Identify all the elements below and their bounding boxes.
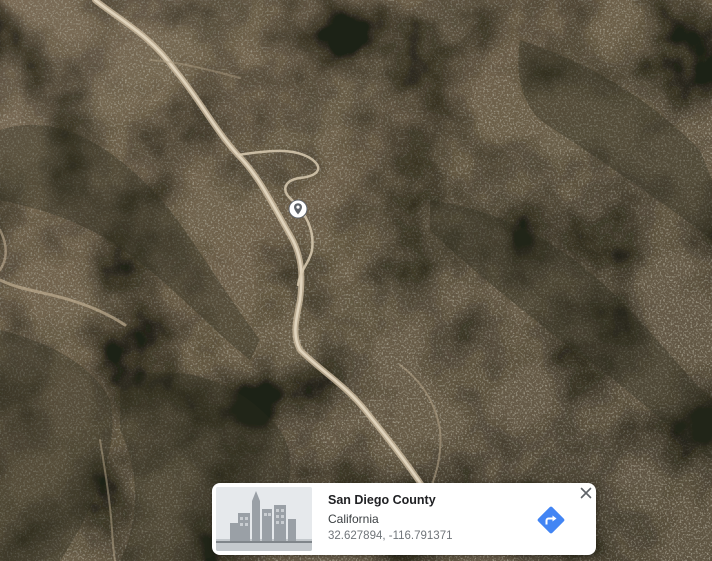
map-pin-icon[interactable] — [288, 199, 308, 219]
directions-button[interactable] — [536, 505, 566, 535]
place-title: San Diego County — [328, 493, 436, 507]
satellite-map[interactable] — [0, 0, 712, 561]
place-info-card[interactable]: San Diego County California 32.627894, -… — [212, 483, 596, 555]
satellite-imagery — [0, 0, 712, 561]
close-button[interactable] — [578, 485, 594, 501]
city-buildings-icon — [216, 487, 312, 551]
place-region: California — [328, 512, 379, 526]
directions-icon — [537, 506, 565, 534]
close-icon — [580, 487, 592, 499]
place-coordinates[interactable]: 32.627894, -116.791371 — [328, 530, 452, 542]
